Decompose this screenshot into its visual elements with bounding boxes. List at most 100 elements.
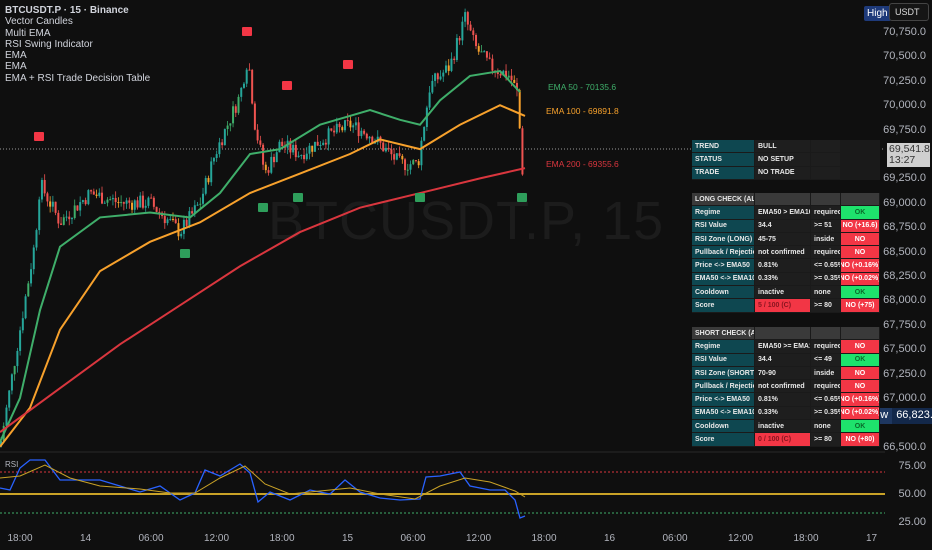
candle-body [166,219,169,224]
candle-body [223,129,226,146]
short-check-header: SHORT CHECK (ALL) [692,327,880,341]
candle-body [464,12,467,22]
check-result-badge: NO [841,232,880,246]
sell-signal-icon [242,27,252,36]
check-value: inactive [755,420,811,433]
candle-body [21,318,24,331]
candle-body [477,46,480,52]
candle-body [275,152,278,163]
candle-body [232,106,235,124]
symbol-title[interactable]: BTCUSDT.P · 15 · Binance [5,5,150,16]
candle-body [472,30,475,36]
currency-selector[interactable]: USDT [889,3,929,21]
check-value: 70-90 [755,366,811,380]
candle-body [382,142,385,152]
check-name: Pullback / Rejection [692,380,755,393]
check-result-badge: NO (+16.6) [841,219,880,232]
candle-body [308,145,311,154]
price-tick: 67,250.0 [883,367,926,380]
candle-body [240,87,243,97]
check-requirement: required [811,380,841,393]
check-name: Score [692,299,755,312]
indicator-multi-ema[interactable]: Multi EMA [5,28,150,39]
candle-body [319,144,322,146]
check-value: inactive [755,286,811,299]
time-tick: 14 [79,533,92,544]
sell-signal-icon [34,132,44,141]
check-name: Cooldown [692,286,755,299]
buy-signal-icon [293,193,303,202]
candle-body [313,141,316,152]
candle-body [237,96,240,113]
check-row: Cooldown inactive none OK [692,286,880,300]
candle-body [13,366,16,375]
check-row: EMA50 <-> EMA100 0.33% >= 0.35% NO (+0.02%) [692,406,880,421]
indicator-ema-2[interactable]: EMA [5,61,150,72]
time-tick: 12:00 [465,533,492,544]
check-name: Score [692,433,755,446]
candle-body [212,158,215,162]
candle-body [191,211,194,214]
price-tick: 67,000.0 [883,392,926,404]
candle-body [125,200,128,204]
price-tick: 70,750.0 [883,26,926,38]
candle-body [436,73,439,80]
candle-body [414,160,417,162]
candle-body [253,103,256,130]
check-result-badge: OK [841,286,880,299]
check-row: Regime EMA50 > EMA100 required OK [692,206,880,220]
candle-body [98,192,101,196]
candle-body [226,125,229,130]
candle-body [169,218,172,220]
section-title: LONG CHECK (ALL) [692,193,755,206]
candle-body [363,130,366,134]
indicator-vector-candles[interactable]: Vector Candles [5,16,150,27]
price-tick: 68,000.0 [883,294,926,307]
chart-legend: BTCUSDT.P · 15 · Binance Vector Candles … [5,5,150,84]
price-tick: 68,250.0 [883,270,926,282]
check-result-badge: NO [841,380,880,393]
time-tick: 17 [865,533,878,544]
candle-body [338,123,341,128]
check-requirement: none [811,420,841,433]
candle-body [242,83,245,88]
ema100-label: EMA 100 - 69891.8 [546,106,619,116]
time-tick: 12:00 [203,533,230,544]
check-name: Cooldown [692,420,755,433]
indicator-ema-1[interactable]: EMA [5,50,150,61]
candle-body [417,161,420,166]
check-row: Price <-> EMA50 0.81% <= 0.65% NO (+0.16%) [692,393,880,407]
candle-body [409,164,412,170]
candle-body [354,122,357,126]
check-result-badge: NO (+0.16%) [841,393,880,406]
candle-body [311,145,314,152]
candle-body [185,219,188,226]
candle-body [507,75,510,78]
candle-body [16,350,19,367]
candle-body [221,142,224,146]
candle-body [65,216,68,218]
empty-cell [811,153,841,166]
candle-body [406,169,409,171]
empty-cell [841,140,880,153]
status-row: TREND BULL [692,140,880,154]
indicator-rsi-swing[interactable]: RSI Swing Indicator [5,39,150,50]
candle-body [144,205,147,208]
indicator-decision-table[interactable]: EMA + RSI Trade Decision Table [5,73,150,84]
candle-body [458,38,461,41]
candle-body [62,217,65,225]
candle-body [95,194,98,196]
candle-body [196,204,199,206]
candle-body [210,161,213,183]
candle-body [51,201,54,207]
check-row: Score 0 / 100 (C) >= 80 NO (+80) [692,433,880,447]
buy-signal-icon [180,249,190,258]
sell-signal-icon [343,60,353,69]
check-name: Regime [692,206,755,219]
time-tick: 16 [603,533,616,544]
candle-body [106,199,109,203]
candle-body [352,125,355,128]
check-result-badge: OK [841,420,880,433]
candle-body [43,179,46,194]
rsi-axis-75: 75.00 [898,460,926,472]
